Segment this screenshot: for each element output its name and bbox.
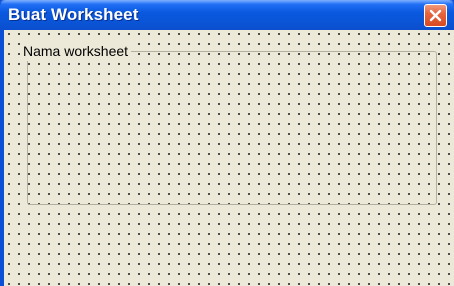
worksheet-name-group[interactable] xyxy=(27,51,437,205)
close-icon xyxy=(429,9,442,22)
group-label: Nama worksheet xyxy=(20,41,132,61)
title-bar-sheen xyxy=(0,0,454,4)
window-title: Buat Worksheet xyxy=(8,5,139,24)
title-bar[interactable]: Buat Worksheet xyxy=(0,0,454,30)
close-button[interactable] xyxy=(424,4,447,27)
